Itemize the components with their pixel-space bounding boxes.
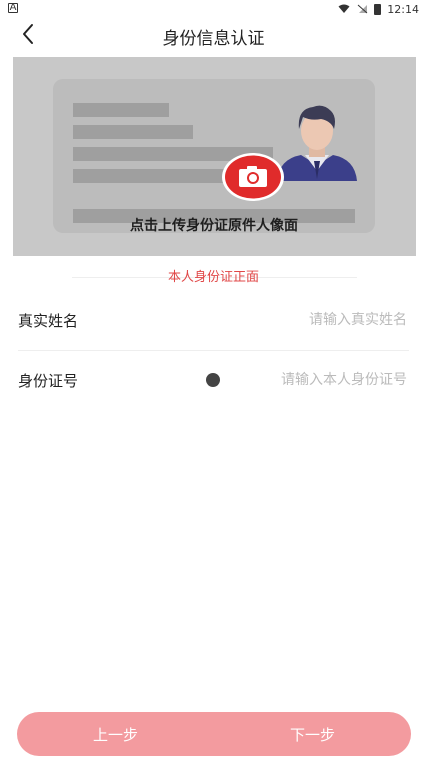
id-card-upload-area[interactable]: 点击上传身份证原件人像面 <box>13 57 416 256</box>
name-row: 真实姓名 <box>18 292 409 351</box>
name-input[interactable] <box>175 307 409 333</box>
upload-prompt: 点击上传身份证原件人像面 <box>130 218 298 234</box>
prev-step-label: 上一步 <box>92 725 138 744</box>
battery-icon <box>374 3 382 15</box>
id-number-label: 身份证号 <box>18 372 79 390</box>
camera-icon[interactable] <box>221 152 285 202</box>
next-step-button[interactable]: 下一步 <box>214 712 411 756</box>
section-label: 本人身份证正面 <box>167 270 259 285</box>
wifi-icon <box>338 4 350 13</box>
button-group: 上一步 下一步 <box>17 712 411 756</box>
placeholder-line <box>73 103 169 117</box>
id-card-illustration: 点击上传身份证原件人像面 <box>53 79 375 234</box>
placeholder-line <box>73 125 193 139</box>
notification-icon: A <box>8 2 18 13</box>
no-signal-icon <box>357 4 368 14</box>
name-label: 真实姓名 <box>18 312 79 330</box>
touch-indicator <box>206 373 220 387</box>
status-indicators: 12:14 <box>338 2 419 16</box>
page-title: 身份信息认证 <box>162 29 265 49</box>
status-time: 12:14 <box>387 2 419 16</box>
title-bar: 身份信息认证 <box>0 18 427 52</box>
status-bar: A 12:14 <box>0 0 427 18</box>
next-step-label: 下一步 <box>289 725 335 744</box>
prev-step-button[interactable]: 上一步 <box>17 712 214 756</box>
